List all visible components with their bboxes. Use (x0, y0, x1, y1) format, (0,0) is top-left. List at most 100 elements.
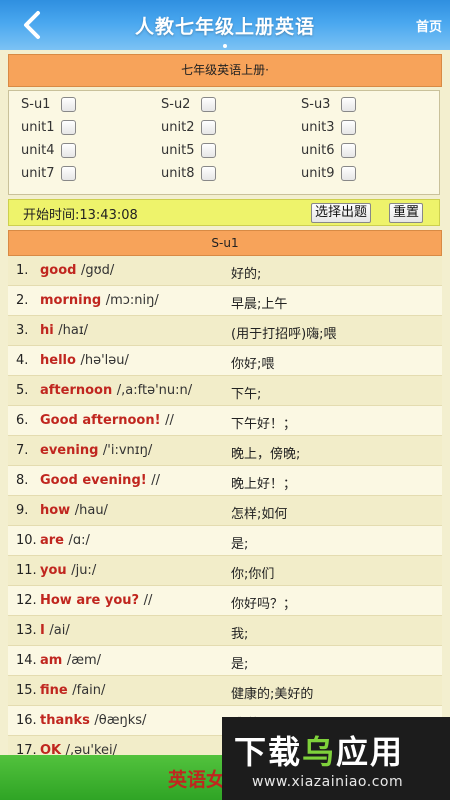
watermark-title-a: 下载 (234, 733, 303, 771)
word-text: Good afternoon! (40, 413, 161, 428)
unit-label: unit7 (21, 165, 55, 181)
word-meaning: 下午好！； (231, 417, 297, 432)
word-text: you (40, 563, 67, 578)
unit-label: unit8 (161, 165, 195, 181)
word-phonetic: /mɔ:niŋ/ (105, 293, 159, 308)
watermark-title-c: 应用 (336, 733, 405, 771)
row-word: hello /hə'ləu/ (40, 353, 129, 368)
word-phonetic: // (151, 473, 160, 488)
control-bar: 开始时间:13:43:08 选择出题 重置 (8, 199, 440, 226)
list-item[interactable]: 8. Good evening! // 晚上好！； (8, 466, 442, 496)
row-number: 11. (16, 563, 37, 578)
word-text: Good evening! (40, 473, 147, 488)
word-phonetic: /ju:/ (71, 563, 97, 578)
word-text: am (40, 653, 63, 668)
unit-label: unit9 (301, 165, 335, 181)
unit-checkbox[interactable] (341, 119, 356, 135)
list-item[interactable]: 10. are /ɑ:/ 是; (8, 526, 442, 556)
list-item[interactable]: 1. good /gʊd/好的; (8, 256, 442, 286)
word-phonetic: /gʊd/ (81, 263, 115, 278)
row-word: How are you? // (40, 593, 152, 608)
row-number: 16. (16, 713, 37, 728)
word-phonetic: /fain/ (72, 683, 106, 698)
word-phonetic: /æm/ (66, 653, 102, 668)
unit-checkbox[interactable] (341, 165, 356, 181)
word-meaning: 早晨;上午 (231, 297, 288, 312)
unit-checkbox[interactable] (201, 119, 216, 135)
list-item[interactable]: 2. morning /mɔ:niŋ/早晨;上午 (8, 286, 442, 316)
list-item[interactable]: 6. Good afternoon! // 下午好！； (8, 406, 442, 436)
list-item[interactable]: 3. hi /haɪ/ (用于打招呼)嗨;喂 (8, 316, 442, 346)
row-word: Good afternoon! // (40, 413, 174, 428)
list-item[interactable]: 11. you /ju:/ 你;你们 (8, 556, 442, 586)
home-link[interactable]: 首页 (416, 16, 442, 35)
row-number: 2. (16, 293, 29, 308)
list-item[interactable]: 5. afternoon /,a:ftə'nu:n/下午; (8, 376, 442, 406)
page-title: 人教七年级上册英语 (134, 16, 315, 38)
list-item[interactable]: 13. I /ai/我; (8, 616, 442, 646)
unit-option-unit7[interactable]: unit7 (21, 164, 161, 182)
word-text: evening (40, 443, 99, 458)
list-item[interactable]: 14. am /æm/是; (8, 646, 442, 676)
row-word: evening /'i:vnɪŋ/ (40, 443, 152, 458)
unit-option-unit4[interactable]: unit4 (21, 141, 161, 159)
unit-checkbox[interactable] (61, 119, 76, 135)
word-meaning: 你好吗？； (231, 597, 297, 612)
row-number: 8. (16, 473, 29, 488)
unit-option-unit6[interactable]: unit6 (301, 141, 431, 159)
word-phonetic: // (143, 593, 153, 608)
unit-option-s-u3[interactable]: S-u3 (301, 95, 431, 113)
row-word: fine /fain/ (40, 683, 105, 698)
unit-option-unit1[interactable]: unit1 (21, 118, 161, 136)
word-text: thanks (40, 713, 90, 728)
word-phonetic: /,a:ftə'nu:n/ (116, 383, 193, 398)
row-word: good /gʊd/ (40, 263, 114, 278)
unit-checkbox[interactable] (61, 165, 76, 181)
unit-label: unit5 (161, 142, 195, 158)
word-text: fine (40, 683, 68, 698)
list-item[interactable]: 7. evening /'i:vnɪŋ/晚上，傍晚; (8, 436, 442, 466)
list-item[interactable]: 15. fine /fain/健康的;美好的 (8, 676, 442, 706)
word-text: how (40, 503, 71, 518)
unit-checkbox[interactable] (61, 96, 76, 112)
list-item[interactable]: 12. How are you? // 你好吗？； (8, 586, 442, 616)
unit-checkbox[interactable] (61, 142, 76, 158)
word-text: good (40, 263, 77, 278)
row-word: thanks /θæŋks/ (40, 713, 146, 728)
unit-label: unit1 (21, 119, 55, 135)
unit-checkbox[interactable] (341, 96, 356, 112)
row-word: morning /mɔ:niŋ/ (40, 293, 159, 308)
unit-option-unit9[interactable]: unit9 (301, 164, 431, 182)
word-text: I (40, 623, 45, 638)
word-text: hi (40, 323, 54, 338)
unit-option-s-u1[interactable]: S-u1 (21, 95, 161, 113)
unit-label: S-u2 (161, 96, 191, 112)
start-time-label: 开始时间:13:43:08 (23, 208, 138, 223)
watermark-title: 下载乌应用 (234, 727, 404, 773)
unit-option-unit3[interactable]: unit3 (301, 118, 431, 136)
unit-checkbox[interactable] (201, 142, 216, 158)
unit-option-s-u2[interactable]: S-u2 (161, 95, 301, 113)
reset-button[interactable]: 重置 (389, 203, 424, 223)
select-questions-button[interactable]: 选择出题 (311, 203, 372, 223)
list-item[interactable]: 9. how /hau/怎样;如何 (8, 496, 442, 526)
list-item[interactable]: 4. hello /hə'ləu/你好;喂 (8, 346, 442, 376)
unit-checkbox[interactable] (341, 142, 356, 158)
word-meaning: 你好;喂 (231, 357, 275, 372)
row-word: you /ju:/ (40, 563, 96, 578)
row-word: are /ɑ:/ (40, 533, 90, 548)
word-meaning: 我; (231, 627, 249, 642)
unit-option-unit2[interactable]: unit2 (161, 118, 301, 136)
word-text: How are you? (40, 593, 140, 608)
unit-option-unit8[interactable]: unit8 (161, 164, 301, 182)
word-meaning: 你;你们 (231, 567, 275, 582)
unit-option-unit5[interactable]: unit5 (161, 141, 301, 159)
word-phonetic: /ɑ:/ (68, 533, 90, 548)
word-meaning: 怎样;如何 (231, 507, 288, 522)
word-meaning: 晚上，傍晚; (231, 447, 301, 462)
unit-checkbox[interactable] (201, 165, 216, 181)
unit-label: S-u1 (21, 96, 51, 112)
word-meaning: 是; (231, 537, 249, 552)
unit-checkbox[interactable] (201, 96, 216, 112)
word-text: hello (40, 353, 76, 368)
